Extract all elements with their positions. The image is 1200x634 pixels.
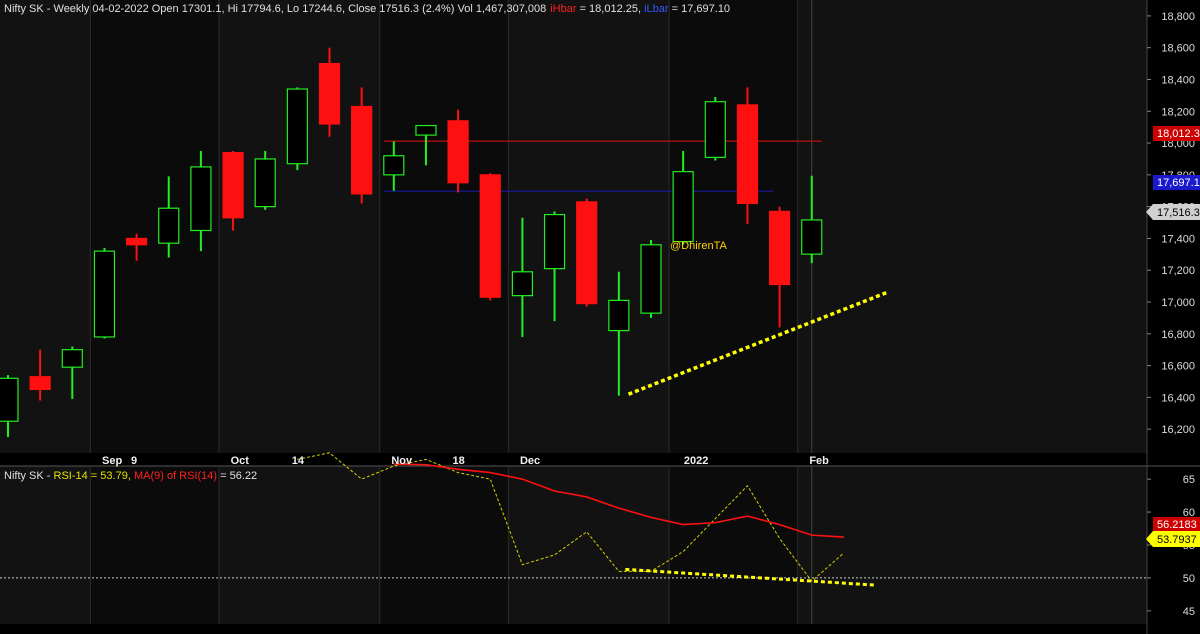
price-axis-label: 18,600	[1161, 43, 1195, 55]
date-axis-label: Dec	[520, 455, 540, 467]
rsi-panel-band	[0, 466, 91, 624]
price-panel-band	[218, 0, 380, 453]
candle-body	[543, 213, 566, 270]
price-axis-label: 18,800	[1161, 11, 1195, 23]
candle-body	[318, 62, 341, 125]
rsi-panel-header: Nifty SK - RSI-14 = 53.79, MA(9) of RSI(…	[4, 470, 257, 482]
candle-body	[125, 237, 148, 246]
date-axis-label: Feb	[809, 455, 829, 467]
rsi-panel-band	[90, 466, 219, 624]
bearish-candle	[576, 198, 598, 307]
rsi-ma-value-tag: 56.2183	[1153, 517, 1200, 532]
rsi-ma-value-label: 56.2183	[1157, 519, 1197, 531]
candle-body	[447, 120, 469, 184]
hbar-price-tag: 18,012.3	[1153, 126, 1200, 141]
price-axis-label: 17,400	[1161, 233, 1195, 245]
bullish-candle	[93, 247, 116, 339]
candle-body	[576, 201, 598, 305]
price-axis-label: 18,400	[1161, 74, 1195, 86]
rsi-header-ma-value: = 56.22	[217, 470, 257, 482]
rsi-panel-band	[218, 466, 380, 624]
price-axis-label: 18,200	[1161, 106, 1195, 118]
date-axis-label: 14	[292, 455, 305, 467]
price-axis-label: 17,200	[1161, 265, 1195, 277]
candle-body	[608, 299, 630, 332]
candle-body	[93, 250, 116, 338]
rsi-header-ma: MA(9) of RSI(14)	[134, 470, 217, 482]
header-prefix: Nifty SK - Weekly 04-02-2022 Open 17301.…	[4, 3, 546, 15]
candle-body	[479, 174, 501, 298]
price-axis-label: 16,400	[1161, 392, 1195, 404]
bullish-candle	[286, 87, 308, 171]
candle-body	[190, 166, 212, 232]
price-axis-label: 16,200	[1161, 424, 1195, 436]
bearish-candle	[447, 109, 469, 193]
candle-body	[704, 101, 726, 158]
date-axis-label: Nov	[391, 455, 413, 467]
price-axis-label: 17,000	[1161, 297, 1195, 309]
bearish-candle	[736, 87, 759, 225]
candle-body	[415, 124, 437, 136]
candle-body	[158, 207, 180, 244]
rsi-axis-label: 65	[1183, 474, 1195, 486]
candle-body	[61, 349, 83, 368]
candle-body	[672, 171, 694, 243]
candle-body	[640, 244, 662, 314]
bearish-candle	[479, 173, 501, 301]
bullish-candle	[640, 240, 662, 318]
chart-window: 16,200 16,400 16,600 16,800 17,000 17,200 17,4…	[0, 0, 1200, 634]
candle-body	[286, 88, 308, 165]
bullish-candle	[254, 151, 276, 210]
candle-body	[511, 271, 534, 297]
candle-body	[351, 105, 373, 195]
rsi-axis-label: 50	[1183, 573, 1195, 585]
candle-body	[801, 219, 823, 255]
close-price-label: 17,516.3	[1157, 207, 1200, 219]
candle-body	[0, 377, 19, 422]
rsi-header-rsi: RSI-14 = 53.79,	[54, 470, 134, 482]
date-axis-label: Sep	[102, 455, 122, 467]
rsi-header-prefix: Nifty SK -	[4, 470, 54, 482]
date-axis-label: Oct	[231, 455, 250, 467]
candle-body	[383, 155, 405, 176]
watermark: @DhirenTA	[670, 240, 727, 252]
candle-body	[222, 151, 244, 219]
close-price-tag: 17,516.3	[1146, 204, 1200, 220]
lbar-value: = 17,697.10	[669, 3, 730, 15]
hbar-price-label: 18,012.3	[1157, 128, 1200, 140]
price-axis-label: 16,800	[1161, 329, 1195, 341]
rsi-value-label: 53.7937	[1157, 534, 1197, 546]
date-axis-label: 2022	[684, 455, 708, 467]
price-panel-band	[797, 0, 1147, 453]
bullish-candle	[704, 96, 726, 161]
rsi-axis-label: 45	[1183, 606, 1195, 618]
rsi-value-tag: 53.7937	[1146, 531, 1200, 547]
candle-body	[736, 104, 759, 205]
date-axis-label: 9	[131, 455, 137, 467]
rsi-panel-band	[379, 466, 509, 624]
candle-body	[254, 158, 276, 208]
candle-body	[29, 376, 51, 391]
lbar-price-tag: 17,697.1	[1153, 175, 1200, 190]
price-axis-label: 16,600	[1161, 361, 1195, 373]
lbar-label: iLbar	[644, 3, 669, 15]
lbar-price-label: 17,697.1	[1157, 177, 1200, 189]
rsi-panel-band	[669, 466, 798, 624]
rsi-panel-band	[508, 466, 670, 624]
price-chart-header: Nifty SK - Weekly 04-02-2022 Open 17301.…	[4, 3, 730, 15]
chart-svg[interactable]: 16,200 16,400 16,600 16,800 17,000 17,200 17,4…	[0, 0, 1200, 634]
date-axis-label: 18	[452, 455, 464, 467]
date-axis-strip	[0, 453, 1200, 466]
candle-body	[768, 210, 791, 286]
rsi-panel-band	[797, 466, 1147, 624]
hbar-label: iHbar	[550, 3, 577, 15]
hbar-value: = 18,012.25,	[577, 3, 645, 15]
